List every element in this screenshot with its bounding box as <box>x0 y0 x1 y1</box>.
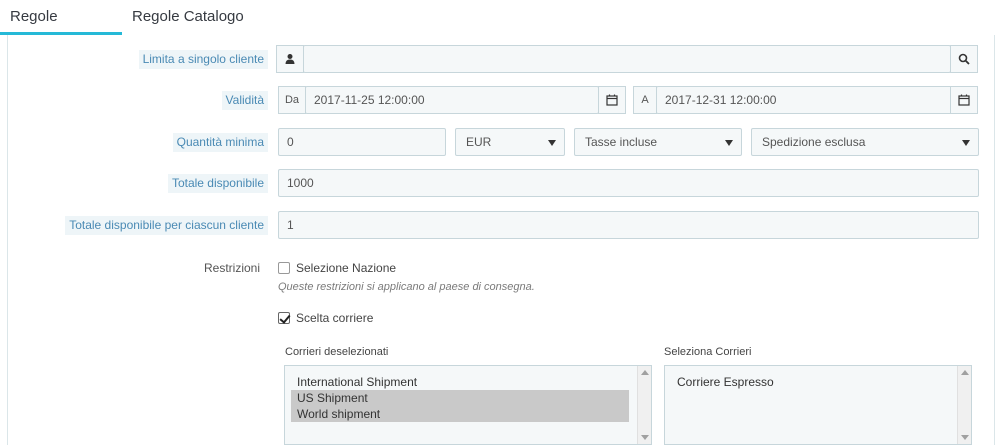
list-item[interactable]: International Shipment <box>291 374 651 390</box>
min-amount-label: Quantità minima <box>172 133 268 152</box>
unselected-carriers-list[interactable]: International Shipment US Shipment World… <box>284 365 652 445</box>
list-item[interactable]: US Shipment <box>291 390 629 406</box>
selected-carriers-list[interactable]: Corriere Espresso <box>664 365 972 445</box>
chevron-down-icon <box>725 140 733 146</box>
total-per-customer-label: Totale disponibile per ciascun cliente <box>65 216 268 235</box>
chevron-up-icon[interactable] <box>961 370 969 375</box>
scrollbar[interactable] <box>637 366 651 444</box>
validity-label: Validità <box>221 91 268 110</box>
tab-cart-rules[interactable]: Regole Carrello <box>0 0 122 59</box>
list-item[interactable]: Corriere Espresso <box>671 374 971 390</box>
chevron-down-icon <box>962 140 970 146</box>
to-addon: A <box>633 86 657 114</box>
tab-catalog-price-rules[interactable]: Regole Catalogo Prezzi <box>122 0 292 59</box>
carrier-restriction-label[interactable]: Scelta corriere <box>296 311 373 325</box>
tax-select-value: Tasse incluse <box>585 135 658 149</box>
user-icon <box>276 45 304 73</box>
from-addon: Da <box>278 86 306 114</box>
country-restriction-hint: Queste restrizioni si applicano al paese… <box>278 281 535 293</box>
chevron-down-icon[interactable] <box>961 435 969 440</box>
calendar-icon[interactable] <box>950 86 978 114</box>
chevron-up-icon[interactable] <box>641 370 649 375</box>
min-amount-input[interactable]: 0 <box>278 128 446 156</box>
scrollbar[interactable] <box>957 366 971 444</box>
country-restriction-label[interactable]: Selezione Nazione <box>296 261 396 275</box>
cart-rule-conditions-panel: Limita a singolo cliente Validità Da 201… <box>7 35 995 445</box>
total-available-input[interactable]: 1000 <box>278 169 979 197</box>
country-restriction-checkbox[interactable] <box>278 262 290 274</box>
single-customer-label: Limita a singolo cliente <box>138 50 268 69</box>
date-from-input[interactable]: 2017-11-25 12:00:00 <box>305 86 599 114</box>
date-to-input[interactable]: 2017-12-31 12:00:00 <box>656 86 952 114</box>
shipping-select[interactable]: Spedizione esclusa <box>751 128 979 156</box>
tab-bar: Regole Carrello Regole Catalogo Prezzi <box>0 0 1000 59</box>
unselected-carriers-title: Corrieri deselezionati <box>285 346 389 358</box>
customer-search-input[interactable] <box>303 45 951 73</box>
chevron-down-icon[interactable] <box>641 435 649 440</box>
currency-select[interactable]: EUR <box>455 128 565 156</box>
search-icon[interactable] <box>950 45 978 73</box>
calendar-icon[interactable] <box>598 86 626 114</box>
total-available-label: Totale disponibile <box>167 174 268 193</box>
tax-select[interactable]: Tasse incluse <box>574 128 742 156</box>
carrier-restriction-checkbox[interactable] <box>278 312 290 324</box>
currency-select-value: EUR <box>466 135 492 149</box>
chevron-down-icon <box>548 140 556 146</box>
list-item[interactable]: World shipment <box>291 406 629 422</box>
selected-carriers-title: Seleziona Corrieri <box>664 346 752 358</box>
restrictions-label: Restrizioni <box>204 261 261 275</box>
shipping-select-value: Spedizione esclusa <box>762 135 866 149</box>
total-per-customer-input[interactable]: 1 <box>278 211 979 239</box>
